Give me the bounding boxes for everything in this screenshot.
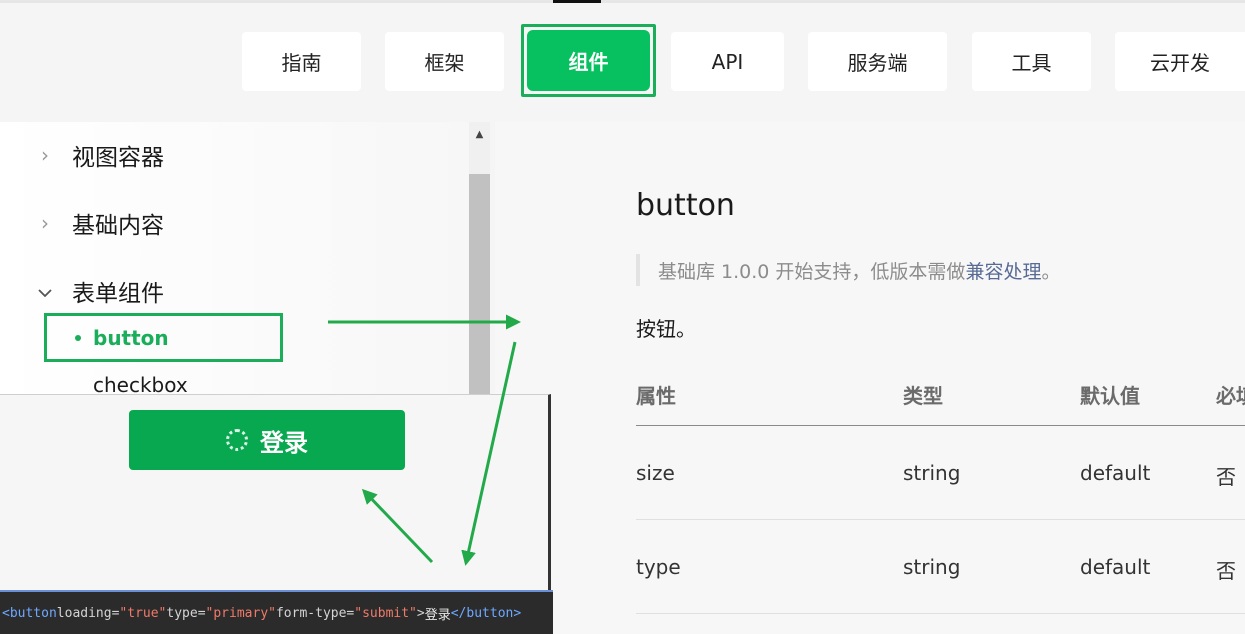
code-text: 登录 [424, 607, 451, 623]
table-header-default: 默认值 [1080, 384, 1140, 408]
sidebar-category-form-components[interactable]: 表单组件 [34, 274, 164, 308]
tab-components-label: 组件 [527, 30, 650, 91]
tab-components[interactable]: 组件 [521, 24, 656, 97]
code-value: "true" [119, 605, 167, 621]
compat-link[interactable]: 兼容处理 [965, 257, 1041, 284]
chevron-right-icon: › [41, 143, 49, 167]
code-attr: form-type= [275, 605, 355, 621]
table-row-divider [636, 519, 1245, 520]
table-header-type: 类型 [903, 384, 943, 408]
table-cell: default [1080, 461, 1151, 485]
compat-note-suffix: 。 [1041, 260, 1061, 283]
code-bracket: > [416, 605, 425, 621]
code-attr: type= [166, 605, 206, 621]
table-cell: string [903, 461, 961, 485]
page-title: button [636, 188, 735, 223]
compat-note-text: 基础库 1.0.0 开始支持，低版本需做 [658, 260, 966, 283]
sidebar-category-label: 表单组件 [72, 281, 164, 307]
sidebar-category-basic-content[interactable]: › 基础内容 [34, 206, 164, 240]
code-snippet: <button loading= "true" type= "primary" fo… [0, 590, 553, 634]
top-indicator [553, 0, 601, 3]
tab-server[interactable]: 服务端 [808, 32, 947, 91]
component-description: 按钮。 [636, 317, 696, 341]
scrollbar-thumb[interactable] [469, 174, 490, 422]
tab-tools[interactable]: 工具 [972, 32, 1091, 91]
chevron-down-icon [34, 279, 56, 303]
table-cell: string [903, 555, 961, 579]
sidebar-category-label: 视图容器 [72, 145, 164, 171]
tab-guide[interactable]: 指南 [242, 32, 361, 91]
sidebar-category-label: 基础内容 [72, 213, 164, 239]
top-divider [0, 0, 1245, 3]
tab-framework[interactable]: 框架 [385, 32, 504, 91]
sidebar-category-view-container[interactable]: › 视图容器 [34, 138, 164, 172]
table-cell: type [636, 555, 681, 579]
compat-note: 基础库 1.0.0 开始支持，低版本需做 兼容处理。 [636, 254, 1060, 286]
table-cell: 否 [1216, 465, 1236, 489]
table-cell: size [636, 461, 675, 485]
chevron-right-icon: › [41, 211, 49, 235]
page: 指南 框架 组件 API 服务端 工具 云开发 › 视图容器 › 基础内容 表单… [0, 0, 1245, 634]
table-header-required: 必填 [1216, 384, 1245, 408]
login-button[interactable]: 登录 [129, 410, 405, 470]
tab-cloud-dev[interactable]: 云开发 [1115, 32, 1245, 91]
code-attr: loading= [56, 605, 120, 621]
loading-spinner-icon [226, 429, 248, 451]
table-header-attribute: 属性 [636, 384, 676, 408]
code-close-tag: </button> [450, 605, 522, 621]
table-cell: default [1080, 555, 1151, 579]
login-button-label: 登录 [260, 428, 308, 457]
code-value: "submit" [354, 605, 417, 621]
sidebar-item-label: button [93, 325, 169, 350]
tab-api[interactable]: API [671, 32, 784, 91]
table-row-divider [636, 613, 1245, 614]
active-dot-icon [75, 334, 81, 341]
sidebar-item-button[interactable]: button [44, 313, 283, 362]
code-open-tag: <button [2, 605, 57, 621]
code-value: "primary" [205, 605, 276, 621]
table-cell: 否 [1216, 559, 1236, 583]
table-header-divider [636, 425, 1245, 426]
scroll-up-arrow-icon[interactable]: ▲ [469, 124, 490, 146]
